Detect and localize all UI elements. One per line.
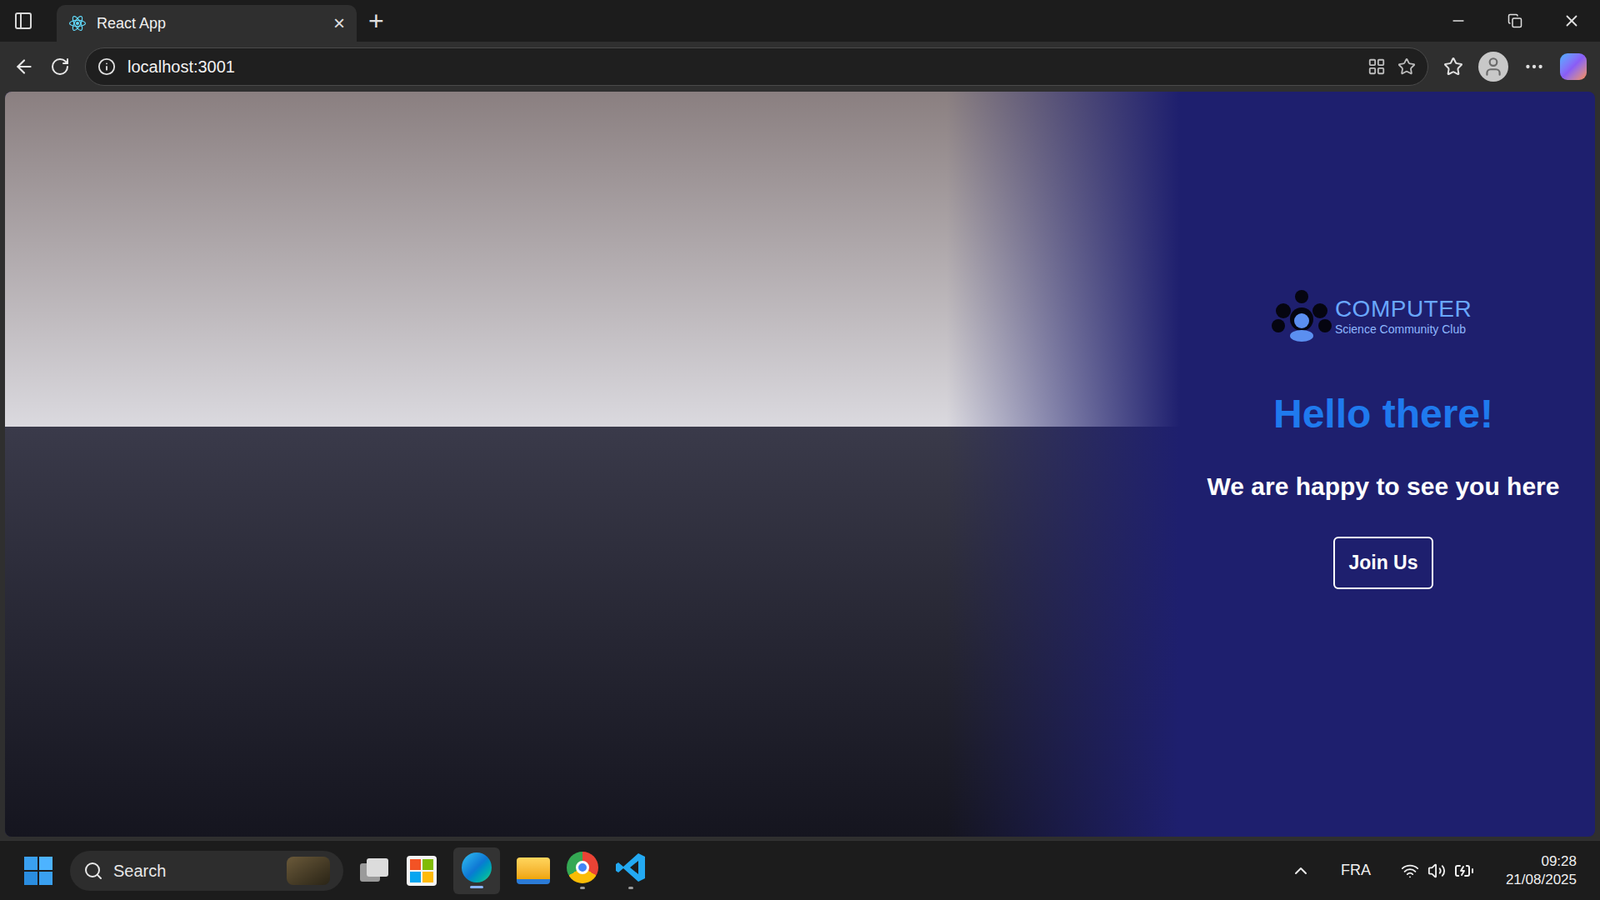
logo-subtitle: Science Community Club (1335, 323, 1472, 335)
apps-icon[interactable] (1367, 57, 1386, 76)
windows-start-icon[interactable] (23, 855, 54, 886)
clock[interactable]: 09:2821/08/2025 (1505, 852, 1577, 889)
file-explorer-icon[interactable] (516, 857, 550, 885)
site-info-icon[interactable] (97, 57, 116, 76)
search-placeholder: Search (113, 858, 277, 884)
search-icon (83, 860, 104, 881)
tab-strip: React App × + (0, 0, 1600, 42)
sidebar-toggle-icon[interactable] (13, 10, 34, 31)
more-icon[interactable] (1523, 55, 1545, 78)
screen: React App × + localhost:3001 COMPUTER Science… (0, 0, 1600, 900)
search-highlight-icon (286, 856, 330, 885)
new-tab-button[interactable]: + (368, 7, 385, 35)
copilot-icon[interactable] (1560, 53, 1587, 80)
restore-button[interactable] (1486, 0, 1544, 42)
hero-heading: Hello there! (1273, 384, 1494, 445)
clock-time: 09:28 (1540, 852, 1577, 870)
volume-icon (1427, 861, 1446, 880)
tab-title: React App (96, 12, 324, 35)
battery-icon (1454, 860, 1475, 881)
page-viewport: COMPUTER Science Community Club Hello ther… (0, 91, 1600, 840)
club-logo-icon (1270, 289, 1334, 343)
logo-title: COMPUTER (1335, 297, 1472, 321)
favorites-icon[interactable] (1443, 56, 1464, 77)
hero-subheading: We are happy to see you here (1207, 467, 1560, 505)
join-us-button[interactable]: Join Us (1333, 536, 1433, 590)
club-logo: COMPUTER Science Community Club (1270, 289, 1472, 343)
close-icon (1562, 11, 1581, 30)
taskbar: Search FRA 09:2821/08/2025 (0, 840, 1600, 900)
edge-icon[interactable] (453, 847, 500, 895)
close-button[interactable] (1543, 0, 1600, 42)
hero: COMPUTER Science Community Club Hello ther… (5, 91, 1595, 837)
system-tray[interactable] (1400, 860, 1475, 881)
browser-tab[interactable]: React App × (56, 5, 357, 42)
task-view-icon[interactable] (360, 858, 390, 884)
wifi-icon (1400, 861, 1420, 880)
profile-avatar-icon[interactable] (1478, 51, 1509, 82)
window-controls (1430, 0, 1600, 42)
clock-date: 21/08/2025 (1505, 870, 1577, 889)
group-photo (5, 91, 1180, 837)
restore-icon (1507, 13, 1523, 29)
chrome-icon[interactable] (566, 851, 599, 890)
react-favicon-icon (68, 14, 87, 33)
language-indicator[interactable]: FRA (1340, 859, 1371, 882)
minimize-button[interactable] (1430, 0, 1487, 42)
address-bar[interactable]: localhost:3001 (85, 47, 1429, 86)
favorite-star-icon[interactable] (1397, 57, 1416, 76)
tab-close-button[interactable]: × (333, 13, 345, 34)
welcome-panel: COMPUTER Science Community Club Hello ther… (1180, 91, 1595, 837)
vscode-icon[interactable] (615, 851, 647, 890)
store-icon[interactable] (406, 855, 437, 886)
tray-overflow-icon[interactable] (1290, 860, 1311, 881)
address-text[interactable]: localhost:3001 (127, 54, 1356, 80)
toolbar: localhost:3001 (0, 41, 1600, 92)
refresh-icon[interactable] (50, 56, 70, 77)
back-icon[interactable] (13, 55, 35, 78)
taskbar-search[interactable]: Search (70, 850, 344, 891)
minimize-icon (1450, 12, 1467, 30)
